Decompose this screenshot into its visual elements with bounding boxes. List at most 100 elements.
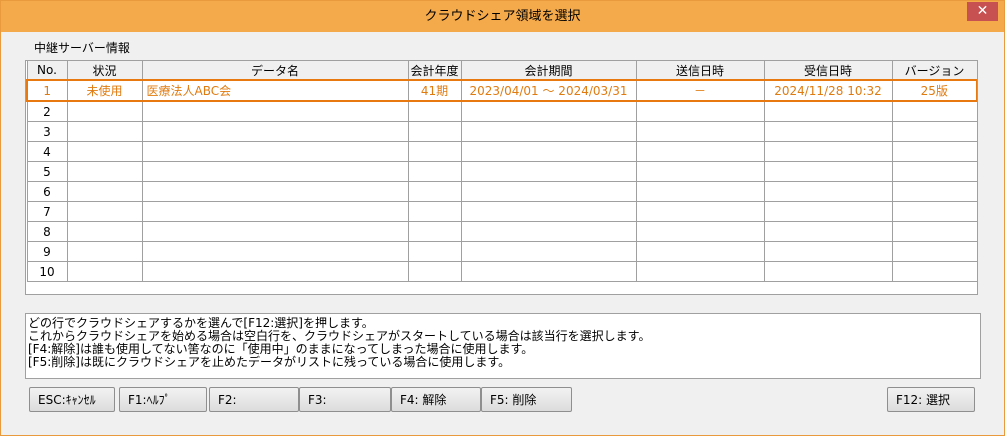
header-version: バージョン (891, 61, 977, 81)
cell-fiscal-year (407, 121, 462, 142)
cell-version (891, 121, 977, 142)
f2-button[interactable]: F2: (209, 387, 299, 412)
cell-status (66, 261, 143, 282)
header-no: No. (26, 61, 68, 81)
cell-version: 25版 (891, 79, 977, 102)
cell-sent-at (635, 241, 765, 262)
cell-status (66, 100, 143, 122)
close-button[interactable]: ✕ (967, 2, 998, 21)
cell-sent-at (635, 221, 765, 242)
dialog-window: クラウドシェア領域を選択 ✕ 中継サーバー情報 No. 状況 データ名 会計年度… (0, 0, 1005, 436)
cell-data-name (141, 261, 409, 282)
table-header-row: No. 状況 データ名 会計年度 会計期間 送信日時 受信日時 バージョン (26, 61, 977, 81)
cell-version (891, 261, 977, 282)
cell-fiscal-period (460, 161, 637, 182)
cell-status: 未使用 (66, 79, 143, 102)
cell-data-name (141, 201, 409, 222)
cell-fiscal-year (407, 261, 462, 282)
cell-sent-at: － (635, 79, 765, 102)
cell-received-at (763, 221, 893, 242)
cell-no: 3 (26, 121, 68, 142)
cell-sent-at (635, 201, 765, 222)
cell-version (891, 161, 977, 182)
table-row[interactable]: 2 (26, 100, 977, 122)
header-fiscal-period: 会計期間 (460, 61, 637, 81)
cell-fiscal-period (460, 241, 637, 262)
f3-button[interactable]: F3: (299, 387, 391, 412)
cell-sent-at (635, 100, 765, 122)
cell-sent-at (635, 161, 765, 182)
help-button[interactable]: F1:ﾍﾙﾌﾟ (119, 387, 207, 412)
cell-received-at (763, 241, 893, 262)
release-button[interactable]: F4: 解除 (391, 387, 481, 412)
header-received-at: 受信日時 (763, 61, 893, 81)
cell-version (891, 181, 977, 202)
cell-status (66, 141, 143, 162)
table-row[interactable]: 9 (26, 241, 977, 262)
cell-status (66, 161, 143, 182)
cell-fiscal-year (407, 100, 462, 122)
help-line: [F5:削除]は既にクラウドシェアを止めたデータがリストに残っている場合に使用し… (28, 355, 511, 369)
cell-sent-at (635, 141, 765, 162)
cell-status (66, 121, 143, 142)
title-bar: クラウドシェア領域を選択 ✕ (1, 1, 1004, 32)
cell-data-name (141, 161, 409, 182)
header-status: 状況 (66, 61, 143, 81)
cell-version (891, 141, 977, 162)
window-title: クラウドシェア領域を選択 (424, 9, 581, 24)
cell-fiscal-period (460, 261, 637, 282)
cell-data-name (141, 121, 409, 142)
cell-received-at (763, 121, 893, 142)
cell-status (66, 241, 143, 262)
table-row[interactable]: 5 (26, 161, 977, 182)
select-button[interactable]: F12: 選択 (887, 387, 975, 412)
cell-fiscal-year (407, 241, 462, 262)
group-label: 中継サーバー情報 (34, 41, 130, 55)
cell-no: 7 (26, 201, 68, 222)
cell-fiscal-year (407, 221, 462, 242)
cell-received-at (763, 100, 893, 122)
cell-fiscal-period: 2023/04/01 ～ 2024/03/31 (460, 79, 637, 102)
cell-received-at: 2024/11/28 10:32 (763, 79, 893, 102)
cell-fiscal-period (460, 100, 637, 122)
table-row[interactable]: 1 未使用 医療法人ABC会 41期 2023/04/01 ～ 2024/03/31 － 2… (26, 79, 977, 102)
cell-version (891, 221, 977, 242)
cell-fiscal-period (460, 181, 637, 202)
cell-sent-at (635, 181, 765, 202)
cancel-button[interactable]: ESC:ｷｬﾝｾﾙ (29, 387, 115, 412)
cell-received-at (763, 141, 893, 162)
table-row[interactable]: 3 (26, 121, 977, 142)
cell-no: 1 (26, 79, 68, 102)
delete-button[interactable]: F5: 削除 (481, 387, 572, 412)
cell-fiscal-year: 41期 (407, 79, 462, 102)
cell-received-at (763, 181, 893, 202)
table-row[interactable]: 4 (26, 141, 977, 162)
cell-no: 4 (26, 141, 68, 162)
cell-no: 10 (26, 261, 68, 282)
table-row[interactable]: 6 (26, 181, 977, 202)
cell-fiscal-period (460, 141, 637, 162)
cell-fiscal-year (407, 181, 462, 202)
cell-data-name (141, 241, 409, 262)
cell-version (891, 201, 977, 222)
cell-no: 5 (26, 161, 68, 182)
header-data-name: データ名 (141, 61, 409, 81)
header-sent-at: 送信日時 (635, 61, 765, 81)
cell-no: 6 (26, 181, 68, 202)
help-message-box: どの行でクラウドシェアするかを選んで[F12:選択]を押します。 これからクラウ… (25, 313, 981, 379)
cell-status (66, 201, 143, 222)
cell-data-name (141, 141, 409, 162)
cell-fiscal-year (407, 141, 462, 162)
cell-no: 8 (26, 221, 68, 242)
cell-received-at (763, 201, 893, 222)
cell-no: 2 (26, 100, 68, 122)
cell-sent-at (635, 121, 765, 142)
table-row[interactable]: 8 (26, 221, 977, 242)
cell-fiscal-period (460, 201, 637, 222)
cell-sent-at (635, 261, 765, 282)
cell-data-name (141, 181, 409, 202)
cell-data-name: 医療法人ABC会 (141, 79, 409, 102)
cell-fiscal-period (460, 121, 637, 142)
table-row[interactable]: 10 (26, 261, 977, 282)
table-row[interactable]: 7 (26, 201, 977, 222)
